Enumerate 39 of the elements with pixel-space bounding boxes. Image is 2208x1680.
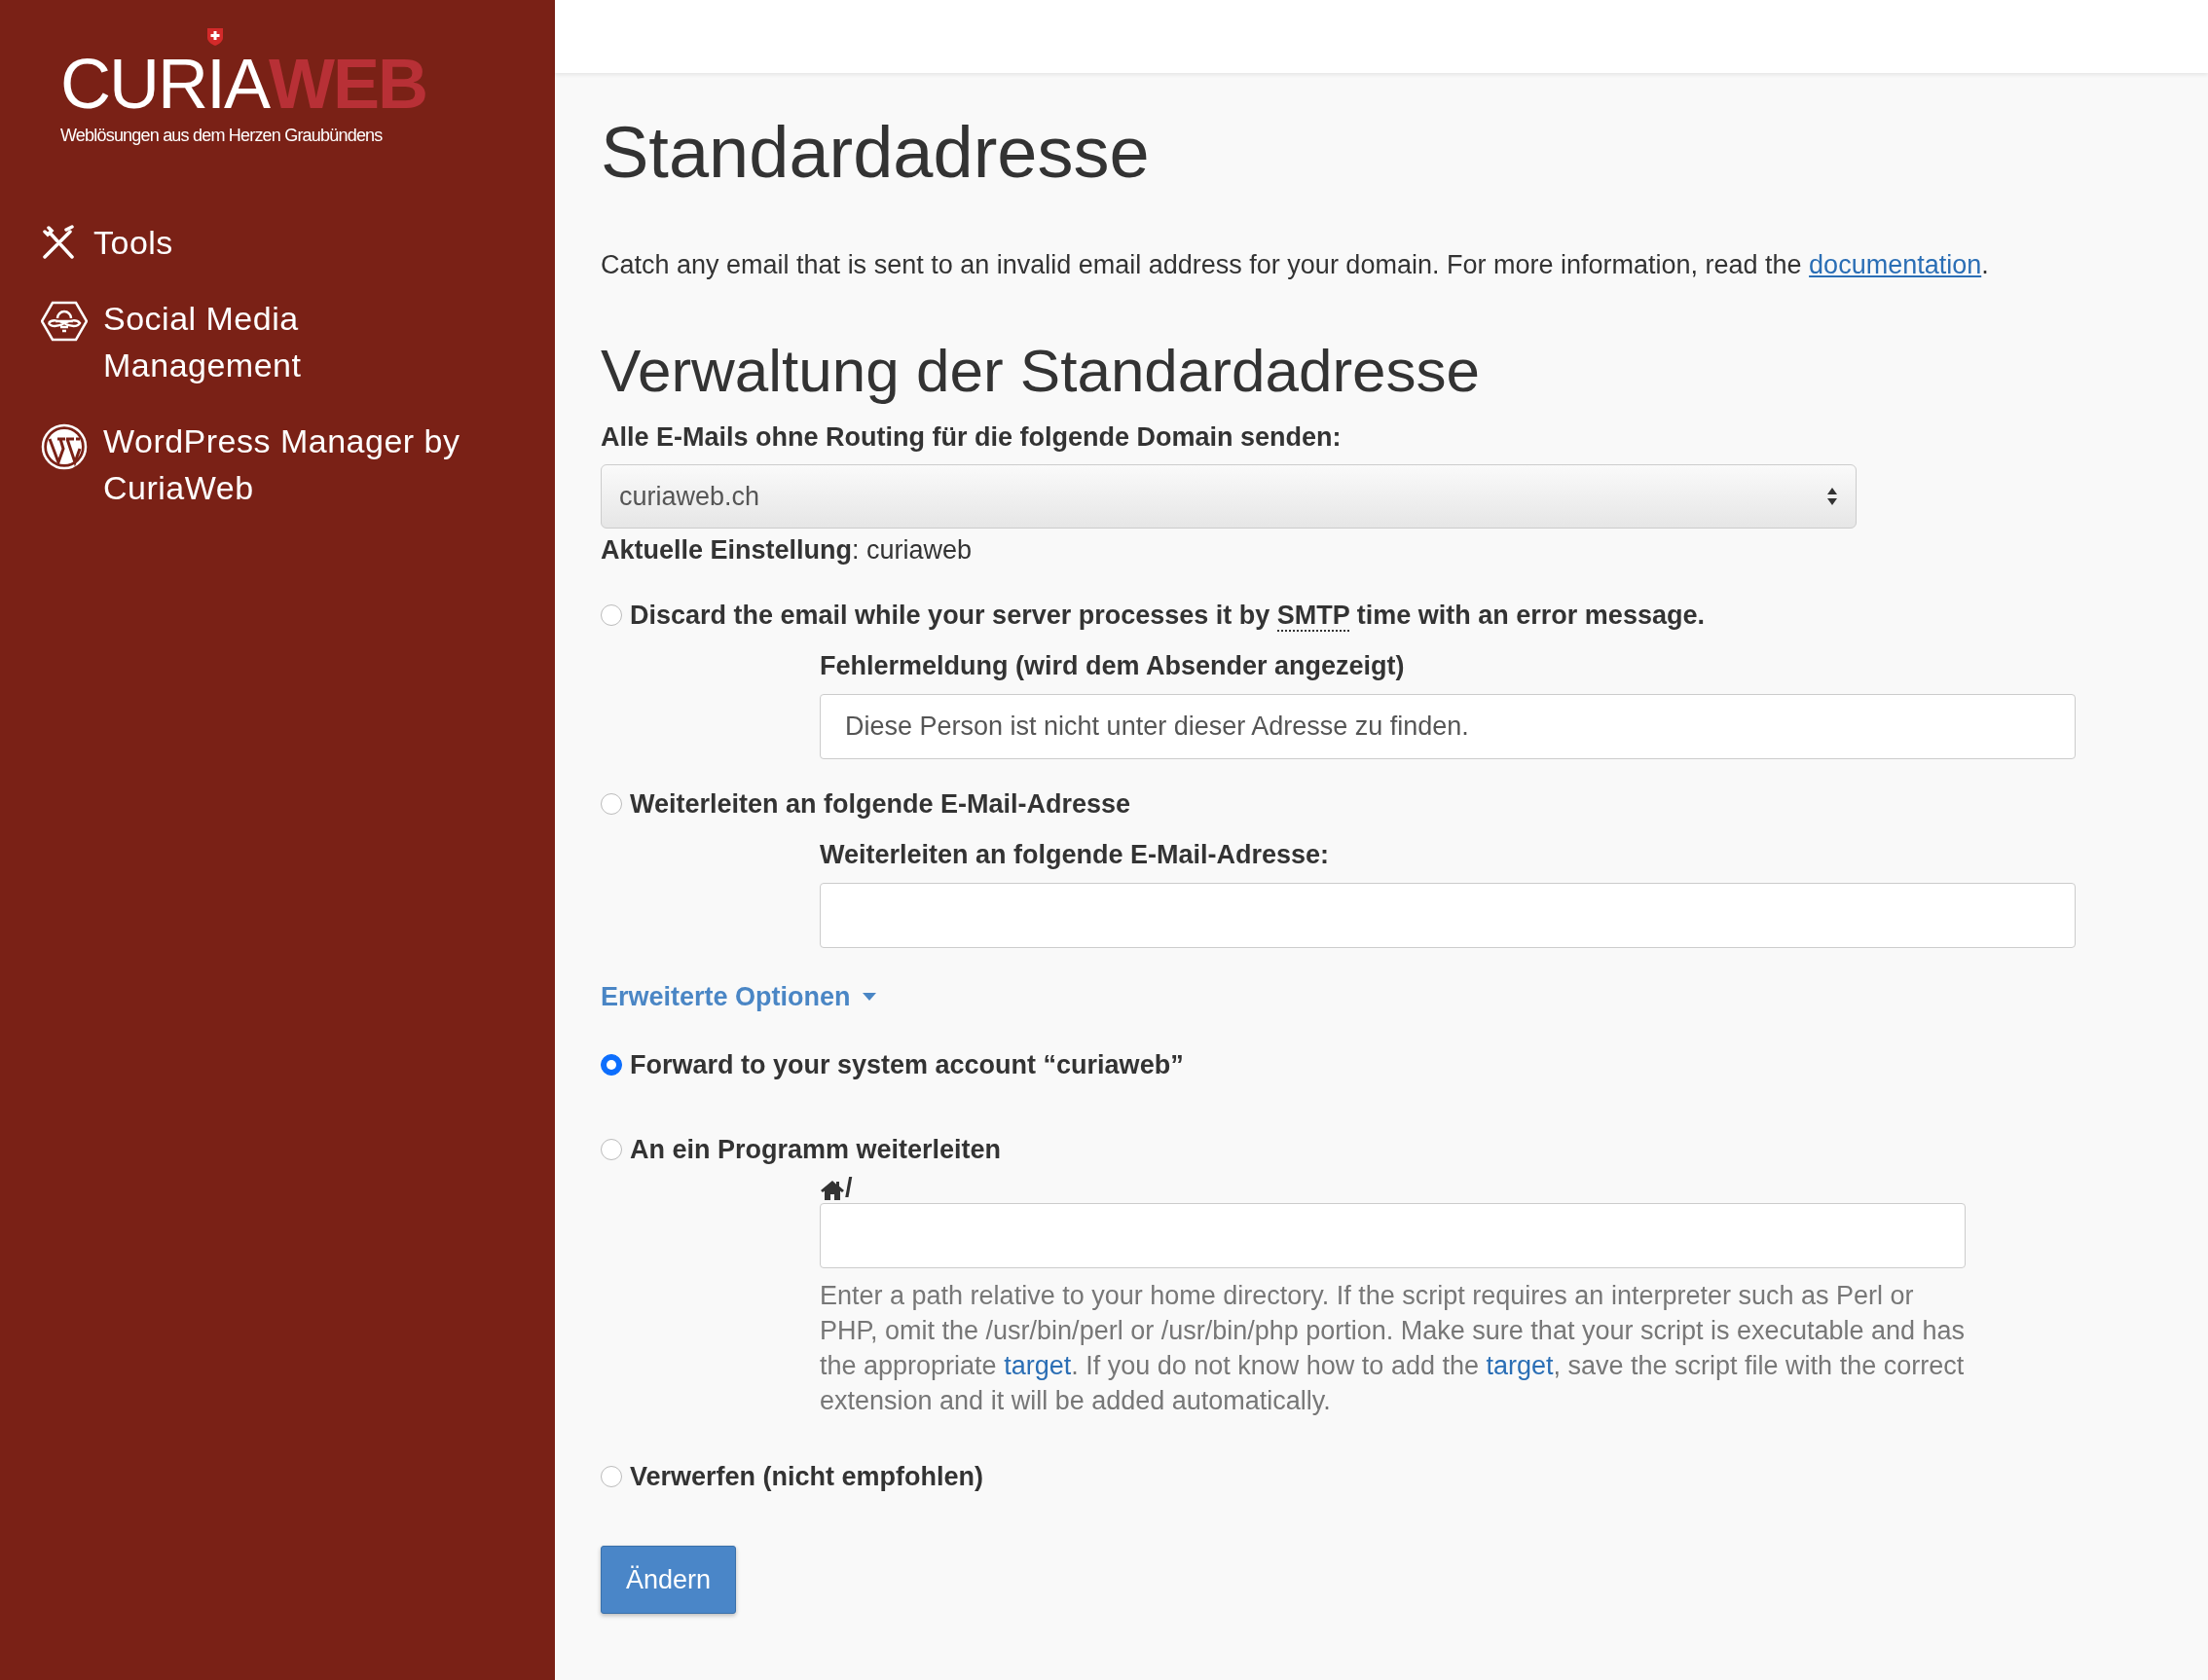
field-label: Weiterleiten an folgende E-Mail-Adresse: bbox=[820, 839, 1331, 872]
target-link[interactable]: target bbox=[1486, 1351, 1554, 1381]
field-label: Fehlermeldung (wird dem Absender angezeigt) bbox=[820, 650, 1406, 683]
target-link[interactable]: target bbox=[1004, 1351, 1072, 1381]
path-prefix: / bbox=[845, 1175, 853, 1202]
text-field[interactable] bbox=[820, 882, 2076, 948]
flag-icon bbox=[206, 27, 224, 47]
sidebar-item[interactable]: WordPress Manager by CuriaWeb bbox=[103, 418, 473, 511]
radio-button[interactable] bbox=[601, 792, 622, 815]
option-label[interactable]: Discard the email while your server processes it by SMTP time with an error message. bbox=[630, 595, 1705, 636]
text-field[interactable]: Diese Person ist nicht unter dieser Adresse zu finden. bbox=[820, 693, 2076, 759]
home-icon bbox=[820, 1180, 845, 1202]
option-label[interactable]: An ein Programm weiterleiten bbox=[630, 1129, 1002, 1170]
domain-select[interactable]: curiaweb.ch bbox=[601, 464, 1857, 530]
radio-button[interactable] bbox=[601, 603, 622, 626]
option-label[interactable]: Verwerfen (nicht empfohlen) bbox=[630, 1457, 984, 1497]
bee-hexagon-icon bbox=[41, 301, 88, 342]
help-text: Enter a path relative to your home directory. If the script requires an interpreter such as Perl or PHP, omit the /usr/bin/perl or /usr/bin/php portion. Make sure that your script is executable and has the appropriate target. If you do not know how to add the target, save the script file with the correct extension and it will be added automatically. bbox=[820, 1280, 1967, 1418]
current-setting: Aktuelle Einstellung: curiaweb bbox=[601, 534, 974, 567]
radio-button[interactable] bbox=[601, 1054, 622, 1077]
submit-button[interactable]: Ändern bbox=[601, 1545, 737, 1615]
documentation-link[interactable]: documentation bbox=[1809, 249, 1982, 279]
path-field[interactable] bbox=[820, 1203, 1966, 1269]
radio-button[interactable] bbox=[601, 1138, 622, 1160]
wordpress-icon bbox=[41, 423, 88, 470]
advanced-options-toggle[interactable]: Erweiterte Optionen bbox=[601, 976, 876, 1017]
logo-wordmark: CURIAWEB bbox=[60, 49, 427, 119]
sidebar-item[interactable]: Social Media Management bbox=[103, 295, 473, 388]
tools-icon bbox=[41, 225, 76, 260]
radio-button[interactable] bbox=[601, 1466, 622, 1488]
option-label[interactable]: Forward to your system account “curiaweb” bbox=[630, 1045, 1184, 1085]
sidebar-item[interactable]: Tools bbox=[93, 219, 173, 266]
page-title: Standardadresse bbox=[601, 111, 1151, 195]
logo-tagline: Weblösungen aus dem Herzen Graubündens bbox=[60, 125, 384, 147]
field-label: Alle E-Mails ohne Routing für die folgende Domain senden: bbox=[601, 420, 1343, 454]
section-title: Verwaltung der Standardadresse bbox=[601, 336, 1482, 407]
caret-icon bbox=[862, 992, 876, 1001]
option-label[interactable]: Weiterleiten an folgende E-Mail-Adresse bbox=[630, 784, 1131, 824]
intro-text: Catch any email that is sent to an invalid email address for your domain. For more information, read the documentation. bbox=[601, 248, 1990, 281]
